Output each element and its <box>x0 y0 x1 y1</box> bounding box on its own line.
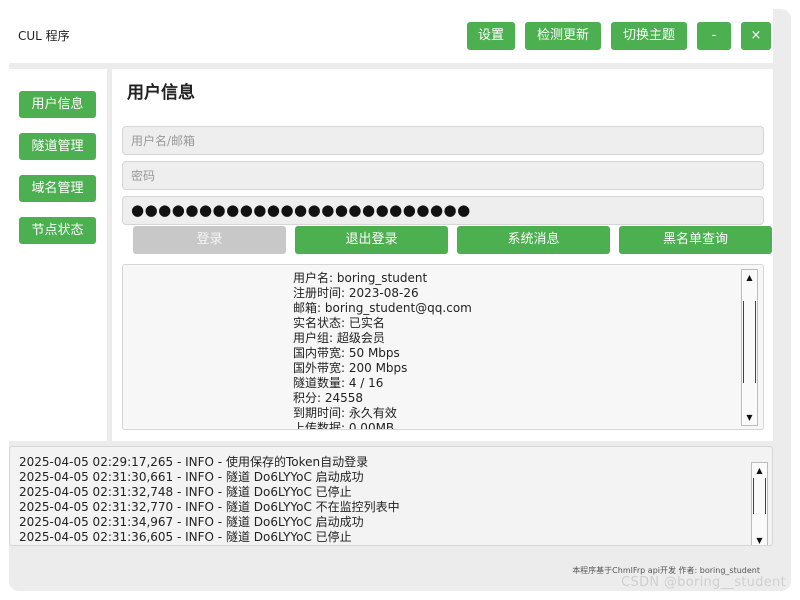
info-line: 隧道数量: 4 / 16 <box>293 376 384 390</box>
scroll-thumb[interactable] <box>743 301 756 383</box>
sidebar-item-domain-management[interactable]: 域名管理 <box>19 175 96 202</box>
user-info-text: 用户名: boring_student 注册时间: 2023-08-26 邮箱:… <box>293 271 733 430</box>
sidebar-item-tunnel-management[interactable]: 隧道管理 <box>19 133 96 160</box>
minimize-button[interactable]: - <box>697 22 731 50</box>
info-line: 实名状态: 已实名 <box>293 316 385 330</box>
info-scrollbar[interactable]: ▲ ▼ <box>741 269 758 426</box>
scroll-thumb[interactable] <box>753 478 766 514</box>
info-line: 用户名: boring_student <box>293 271 428 285</box>
log-text: 2025-04-05 02:29:17,265 - INFO - 使用保存的To… <box>19 455 739 545</box>
info-line: 积分: 24558 <box>293 391 364 405</box>
watermark: CSDN @boring__student <box>621 575 786 590</box>
info-line: 上传数据: 0.00MB <box>293 421 395 430</box>
scroll-up-icon[interactable]: ▲ <box>742 270 757 285</box>
blacklist-query-button[interactable]: 黑名单查询 <box>619 226 772 254</box>
info-line: 注册时间: 2023-08-26 <box>293 286 419 300</box>
user-info-panel: 用户名: boring_student 注册时间: 2023-08-26 邮箱:… <box>122 264 764 430</box>
info-line: 邮箱: boring_student@qq.com <box>293 301 472 315</box>
scroll-down-icon[interactable]: ▼ <box>742 410 757 425</box>
token-field[interactable]: ●●●●●●●●●●●●●●●●●●●●●●●●● <box>122 196 764 225</box>
check-update-button[interactable]: 检测更新 <box>525 22 601 50</box>
info-line: 国内带宽: 50 Mbps <box>293 346 400 360</box>
log-line: 2025-04-05 02:31:36,605 - INFO - 隧道 Do6L… <box>19 530 352 544</box>
log-line: 2025-04-05 02:31:30,661 - INFO - 隧道 Do6L… <box>19 470 364 484</box>
logout-button[interactable]: 退出登录 <box>295 226 448 254</box>
scroll-down-icon[interactable]: ▼ <box>752 533 767 545</box>
log-line: 2025-04-05 02:31:32,770 - INFO - 隧道 Do6L… <box>19 500 400 514</box>
login-button[interactable]: 登录 <box>133 226 286 254</box>
log-line: 2025-04-05 02:29:17,265 - INFO - 使用保存的To… <box>19 455 369 469</box>
username-input[interactable] <box>122 126 764 155</box>
log-panel: 2025-04-05 02:29:17,265 - INFO - 使用保存的To… <box>9 446 773 546</box>
title-bar: CUL 程序 设置 检测更新 切换主题 - × <box>9 9 773 63</box>
info-line: 用户组: 超级会员 <box>293 331 385 345</box>
app-title: CUL 程序 <box>18 29 70 43</box>
main-panel: 用户信息 ●●●●●●●●●●●●●●●●●●●●●●●●● 登录 退出登录 系… <box>112 69 773 441</box>
sidebar-item-user-info[interactable]: 用户信息 <box>19 91 96 118</box>
switch-theme-button[interactable]: 切换主题 <box>611 22 687 50</box>
scroll-up-icon[interactable]: ▲ <box>752 463 767 478</box>
page-title: 用户信息 <box>127 83 195 103</box>
close-button[interactable]: × <box>741 22 771 50</box>
log-scrollbar[interactable]: ▲ ▼ <box>751 462 768 545</box>
sidebar: 用户信息 隧道管理 域名管理 节点状态 <box>9 69 107 441</box>
log-line: 2025-04-05 02:31:32,748 - INFO - 隧道 Do6L… <box>19 485 352 499</box>
settings-button[interactable]: 设置 <box>467 22 515 50</box>
info-line: 到期时间: 永久有效 <box>293 406 397 420</box>
system-messages-button[interactable]: 系统消息 <box>457 226 610 254</box>
log-line: 2025-04-05 02:31:34,967 - INFO - 隧道 Do6L… <box>19 515 364 529</box>
info-line: 国外带宽: 200 Mbps <box>293 361 408 375</box>
password-input[interactable] <box>122 161 764 190</box>
sidebar-item-node-status[interactable]: 节点状态 <box>19 217 96 244</box>
